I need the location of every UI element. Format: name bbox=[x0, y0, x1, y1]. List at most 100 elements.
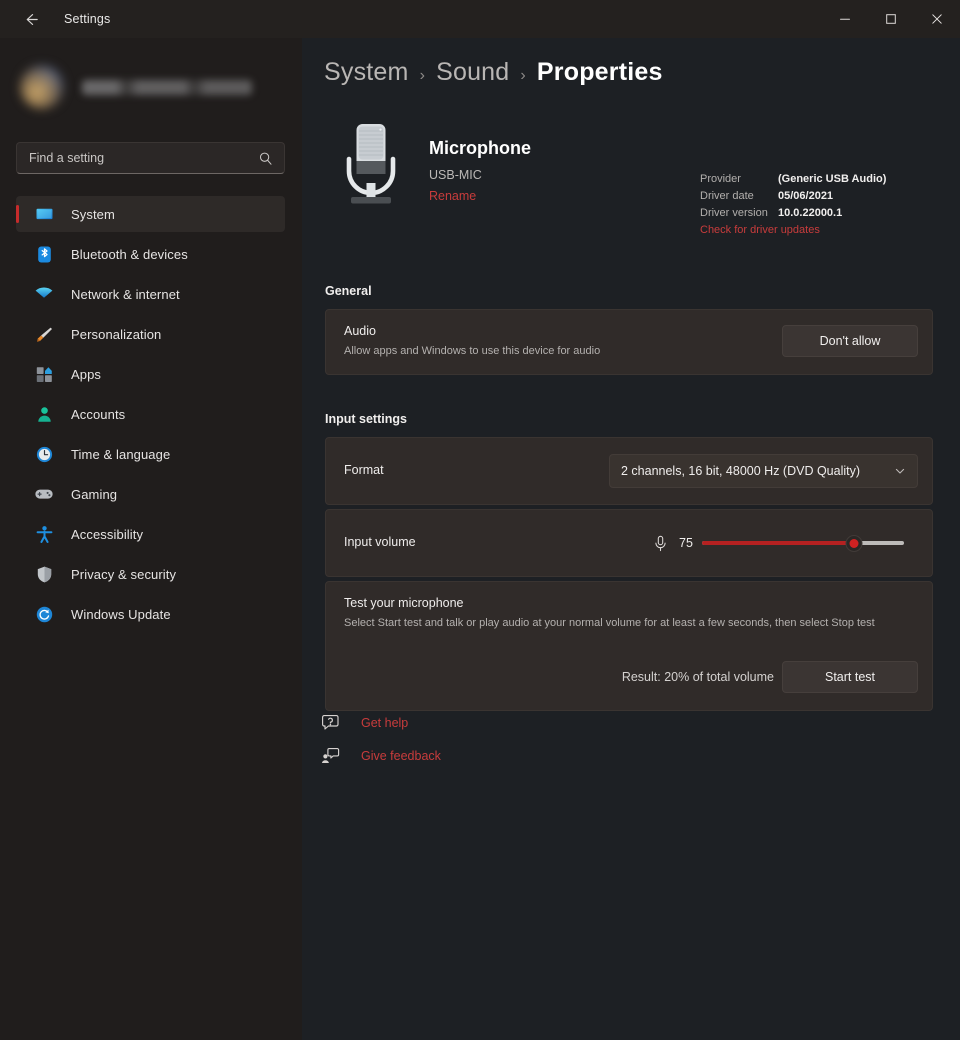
user-profile[interactable] bbox=[16, 58, 276, 116]
update-refresh-icon bbox=[33, 603, 55, 625]
input-volume-card: Input volume 75 bbox=[325, 509, 933, 577]
slider-fill bbox=[702, 541, 854, 545]
sidebar-item-label: Apps bbox=[71, 366, 102, 382]
app-title: Settings bbox=[64, 12, 111, 26]
wifi-icon bbox=[33, 283, 55, 305]
sidebar-item-system[interactable]: System bbox=[16, 196, 285, 232]
sidebar-item-label: Privacy & security bbox=[71, 566, 177, 582]
clock-icon bbox=[33, 443, 55, 465]
sidebar-nav: System Bluetooth & devices Network & int… bbox=[16, 196, 285, 636]
breadcrumb: System › Sound › Properties bbox=[324, 58, 663, 87]
device-subtitle: USB-MIC bbox=[429, 168, 482, 182]
footer-link-label: Give feedback bbox=[361, 748, 441, 763]
settings-window: Settings Find a setting System Bluetooth… bbox=[0, 0, 960, 1040]
avatar bbox=[20, 65, 64, 109]
rename-link[interactable]: Rename bbox=[429, 189, 476, 203]
back-button[interactable] bbox=[8, 2, 54, 36]
format-card: Format 2 channels, 16 bit, 48000 Hz (DVD… bbox=[325, 437, 933, 505]
driver-date-row: Driver date 05/06/2021 bbox=[700, 190, 920, 202]
search-input[interactable] bbox=[17, 151, 252, 165]
window-controls bbox=[822, 0, 960, 38]
shield-icon bbox=[33, 563, 55, 585]
format-selected-value: 2 channels, 16 bit, 48000 Hz (DVD Qualit… bbox=[621, 464, 861, 478]
driver-version-key: Driver version bbox=[700, 207, 768, 219]
sidebar-item-accessibility[interactable]: Accessibility bbox=[16, 516, 285, 552]
title-bar: Settings bbox=[0, 0, 960, 38]
help-question-icon bbox=[317, 713, 343, 733]
test-microphone-card: Test your microphone Select Start test a… bbox=[325, 581, 933, 711]
driver-provider-value: (Generic USB Audio) bbox=[778, 173, 887, 185]
test-result-text: Result: 20% of total volume bbox=[621, 670, 774, 684]
test-microphone-label: Test your microphone bbox=[344, 596, 464, 610]
footer-links: Get help Give feedback bbox=[317, 706, 617, 772]
sidebar-item-network-internet[interactable]: Network & internet bbox=[16, 276, 285, 312]
sidebar-item-label: Accessibility bbox=[71, 526, 144, 542]
device-header: Microphone USB-MIC Rename Provider (Gene… bbox=[324, 120, 938, 236]
sidebar-item-label: Network & internet bbox=[71, 286, 180, 302]
slider-thumb[interactable] bbox=[845, 535, 862, 552]
sidebar-item-label: Bluetooth & devices bbox=[71, 246, 188, 262]
feedback-person-icon bbox=[317, 746, 343, 766]
sidebar-item-accounts[interactable]: Accounts bbox=[16, 396, 285, 432]
dont-allow-button[interactable]: Don't allow bbox=[782, 325, 918, 357]
driver-provider-row: Provider (Generic USB Audio) bbox=[700, 173, 920, 185]
microphone-device-icon bbox=[346, 124, 396, 204]
device-name: Microphone bbox=[429, 138, 531, 158]
give-feedback-link[interactable]: Give feedback bbox=[317, 739, 617, 772]
close-icon bbox=[932, 14, 942, 24]
sidebar-item-bluetooth-devices[interactable]: Bluetooth & devices bbox=[16, 236, 285, 272]
system-monitor-icon bbox=[33, 203, 55, 225]
page-title: Properties bbox=[536, 58, 663, 86]
user-name-blurred bbox=[82, 79, 252, 95]
bluetooth-icon bbox=[33, 243, 55, 265]
audio-label: Audio bbox=[344, 324, 376, 338]
chevron-down-icon bbox=[883, 465, 917, 477]
sidebar-item-label: System bbox=[71, 206, 115, 222]
sidebar-item-privacy-security[interactable]: Privacy & security bbox=[16, 556, 285, 592]
driver-provider-key: Provider bbox=[700, 173, 741, 185]
sidebar-item-label: Gaming bbox=[71, 486, 118, 502]
close-button[interactable] bbox=[914, 0, 960, 38]
sidebar-item-label: Time & language bbox=[71, 446, 171, 462]
input-volume-control: 75 bbox=[650, 524, 918, 562]
person-icon bbox=[33, 403, 55, 425]
section-title-general: General bbox=[325, 284, 372, 298]
test-microphone-description: Select Start test and talk or play audio… bbox=[344, 617, 875, 629]
driver-date-key: Driver date bbox=[700, 190, 754, 202]
sidebar-item-windows-update[interactable]: Windows Update bbox=[16, 596, 285, 632]
apps-grid-icon bbox=[33, 363, 55, 385]
maximize-icon bbox=[886, 14, 896, 24]
section-title-input-settings: Input settings bbox=[325, 412, 407, 426]
driver-info: Provider (Generic USB Audio) Driver date… bbox=[700, 173, 920, 236]
format-label: Format bbox=[344, 463, 384, 477]
input-volume-slider[interactable] bbox=[702, 534, 904, 552]
sidebar-item-apps[interactable]: Apps bbox=[16, 356, 285, 392]
paintbrush-icon bbox=[33, 323, 55, 345]
microphone-icon bbox=[650, 535, 670, 552]
breadcrumb-system[interactable]: System bbox=[324, 58, 409, 87]
search-box[interactable] bbox=[16, 142, 285, 174]
sidebar-item-label: Personalization bbox=[71, 326, 162, 342]
minimize-button[interactable] bbox=[822, 0, 868, 38]
format-dropdown[interactable]: 2 channels, 16 bit, 48000 Hz (DVD Qualit… bbox=[609, 454, 918, 488]
sidebar-item-gaming[interactable]: Gaming bbox=[16, 476, 285, 512]
search-icon bbox=[252, 151, 284, 166]
sidebar-item-time-language[interactable]: Time & language bbox=[16, 436, 285, 472]
gamepad-icon bbox=[33, 483, 55, 505]
input-volume-label: Input volume bbox=[344, 535, 416, 549]
back-arrow-icon bbox=[26, 13, 38, 25]
sidebar-item-label: Windows Update bbox=[71, 606, 171, 622]
maximize-button[interactable] bbox=[868, 0, 914, 38]
driver-version-row: Driver version 10.0.22000.1 bbox=[700, 207, 920, 219]
audio-description: Allow apps and Windows to use this devic… bbox=[344, 345, 601, 357]
sidebar-item-personalization[interactable]: Personalization bbox=[16, 316, 285, 352]
breadcrumb-separator-icon: › bbox=[419, 67, 426, 84]
audio-card: Audio Allow apps and Windows to use this… bbox=[325, 309, 933, 375]
sidebar-item-label: Accounts bbox=[71, 406, 126, 422]
start-test-button[interactable]: Start test bbox=[782, 661, 918, 693]
breadcrumb-sound[interactable]: Sound bbox=[436, 58, 509, 87]
driver-version-value: 10.0.22000.1 bbox=[778, 207, 843, 219]
get-help-link[interactable]: Get help bbox=[317, 706, 617, 739]
footer-link-label: Get help bbox=[361, 715, 409, 730]
check-driver-updates-link[interactable]: Check for driver updates bbox=[700, 224, 920, 236]
